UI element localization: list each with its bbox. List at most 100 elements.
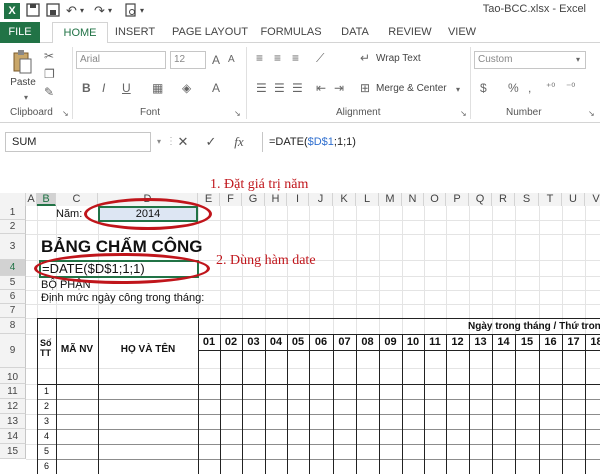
column-header-b[interactable]: B [37,193,56,206]
percent-button[interactable]: % [508,81,519,95]
italic-button[interactable]: I [102,81,105,95]
name-box[interactable]: SUM [5,132,151,152]
day-header-cell[interactable]: 12 [446,336,469,348]
column-header-e[interactable]: E [198,193,220,206]
column-header-j[interactable]: J [309,193,333,206]
undo-icon[interactable]: ↶ [66,3,77,19]
comma-style-icon[interactable]: , [528,81,531,95]
font-size-select[interactable]: 12 [170,51,206,69]
day-header-cell[interactable]: 04 [265,336,287,348]
serial-cell[interactable]: 4 [37,431,56,441]
serial-cell[interactable]: 3 [37,416,56,426]
row-header-15[interactable]: 15 [0,444,26,459]
currency-button[interactable]: $ [480,81,487,95]
merge-dropdown-icon[interactable]: ▾ [456,83,460,97]
redo-icon[interactable]: ↷ [94,3,105,19]
row-header-6[interactable]: 6 [0,290,26,304]
print-preview-icon[interactable] [124,3,138,19]
underline-button[interactable]: U [122,81,131,95]
cell-ho-ten[interactable]: HỌ VÀ TÊN [98,344,198,355]
cell-so-tt[interactable]: Số TT [40,338,54,358]
tab-review[interactable]: REVIEW [384,22,436,43]
tab-view[interactable]: VIEW [444,22,480,43]
tab-data[interactable]: DATA [334,22,376,43]
day-header-cell[interactable]: 10 [402,336,424,348]
cut-icon[interactable]: ✂ [44,49,54,63]
column-header-m[interactable]: M [379,193,402,206]
serial-cell[interactable]: 1 [37,386,56,396]
day-header-cell[interactable]: 17 [562,336,585,348]
merge-center-icon[interactable]: ⊞ [360,81,370,95]
number-format-select[interactable]: Custom [474,51,586,69]
day-header-cell[interactable]: 06 [309,336,333,348]
clipboard-launcher-icon[interactable]: ↘ [62,107,69,121]
tab-page-layout[interactable]: PAGE LAYOUT [170,22,250,43]
row-header-5[interactable]: 5 [0,276,26,290]
column-header-r[interactable]: R [492,193,515,206]
cancel-button[interactable]: ✕ [172,132,194,152]
row-header-11[interactable]: 11 [0,384,26,399]
column-header-f[interactable]: F [220,193,242,206]
tab-formulas[interactable]: FORMULAS [258,22,324,43]
day-header-cell[interactable]: 18 [585,336,600,348]
day-header-cell[interactable]: 15 [515,336,539,348]
column-header-s[interactable]: S [515,193,539,206]
insert-function-button[interactable]: fx [228,132,250,152]
column-header-h[interactable]: H [265,193,287,206]
day-header-cell[interactable]: 02 [220,336,242,348]
font-launcher-icon[interactable]: ↘ [234,107,241,121]
row-header-14[interactable]: 14 [0,429,26,444]
paste-icon[interactable] [12,49,32,78]
row-header-8[interactable]: 8 [0,318,26,334]
serial-cell[interactable]: 6 [37,461,56,471]
column-header-c[interactable]: C [56,193,98,206]
row-header-10[interactable]: 10 [0,368,26,384]
column-header-a[interactable]: A [26,193,37,206]
row-header-3[interactable]: 3 [0,234,26,260]
day-header-cell[interactable]: 01 [198,336,220,348]
font-color-icon[interactable]: A [212,81,220,95]
decrease-indent-icon[interactable]: ⇤ [316,81,326,95]
orientation-icon[interactable]: ⟋ [316,51,324,65]
enter-button[interactable]: ✓ [200,132,222,152]
row-header-9[interactable]: 9 [0,334,26,368]
paste-button[interactable]: Paste [8,77,38,88]
align-middle-icon[interactable]: ≡ [274,51,281,65]
wrap-text-icon[interactable]: ↵ [360,51,370,65]
row-header-7[interactable]: 7 [0,304,26,318]
save-as-icon[interactable] [46,3,60,19]
cell-ma-nv[interactable]: MÃ NV [56,344,98,355]
day-header-cell[interactable]: 05 [287,336,309,348]
fill-color-icon[interactable]: ◈ [182,81,191,95]
column-header-k[interactable]: K [333,193,356,206]
increase-indent-icon[interactable]: ⇥ [334,81,344,95]
tab-file[interactable]: FILE [0,22,40,43]
serial-cell[interactable]: 2 [37,401,56,411]
row-header-4[interactable]: 4 [0,260,26,276]
day-header-cell[interactable]: 09 [379,336,402,348]
day-header-cell[interactable]: 11 [424,336,446,348]
column-header-q[interactable]: Q [469,193,492,206]
row-header-1[interactable]: 1 [0,206,26,220]
day-header-cell[interactable]: 14 [492,336,515,348]
day-header-cell[interactable]: 13 [469,336,492,348]
formula-input[interactable]: =DATE($D$1;1;1) [262,132,600,152]
day-header-cell[interactable]: 07 [333,336,356,348]
cell-b1-label[interactable]: Năm: [56,208,82,220]
column-header-t[interactable]: T [539,193,562,206]
customize-toolbar-icon[interactable]: ▾ [140,3,144,19]
wrap-text-button[interactable]: Wrap Text [376,53,421,64]
number-launcher-icon[interactable]: ↘ [588,107,595,121]
row-header-2[interactable]: 2 [0,220,26,234]
day-header-cell[interactable]: 08 [356,336,379,348]
day-header-cell[interactable]: 03 [242,336,265,348]
column-header-v[interactable]: V [585,193,600,206]
column-header-g[interactable]: G [242,193,265,206]
align-top-icon[interactable]: ≡ [256,51,263,65]
cell-day-header[interactable]: Ngày trong tháng / Thứ trong [468,321,600,332]
name-box-dropdown-icon[interactable]: ▾ [154,132,164,152]
paste-dropdown-icon[interactable]: ▾ [24,91,28,105]
cell-b6-dinh-muc[interactable]: Định mức ngày công trong tháng: [41,292,204,304]
row-header-13[interactable]: 13 [0,414,26,429]
align-right-icon[interactable]: ☰ [292,81,303,95]
